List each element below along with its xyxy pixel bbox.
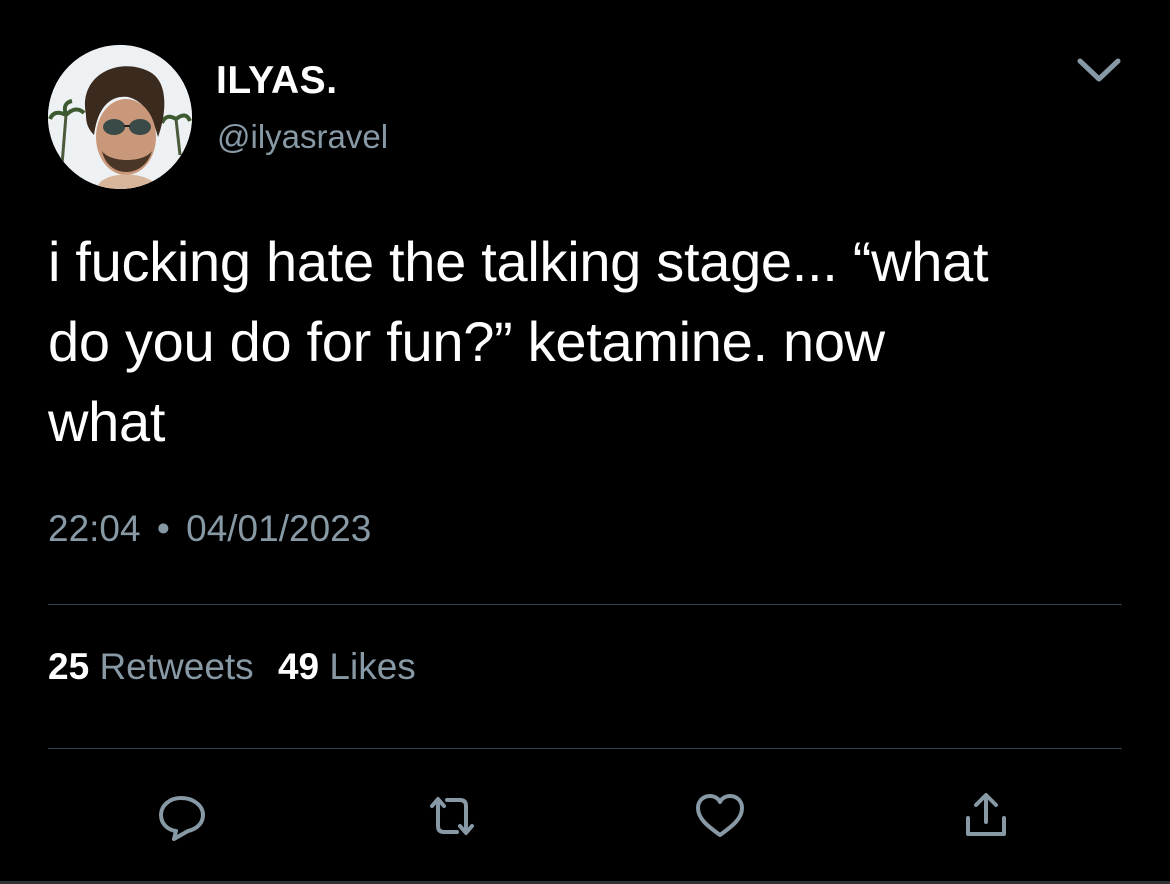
- avatar[interactable]: [48, 45, 192, 189]
- meta-separator: •: [156, 508, 170, 549]
- tweet-text-line: i fucking hate the talking stage... “wha…: [48, 230, 989, 293]
- reply-icon[interactable]: [154, 788, 210, 844]
- tweet-date: 04/01/2023: [186, 508, 372, 549]
- divider: [48, 604, 1122, 605]
- likes-stat[interactable]: 49 Likes: [278, 646, 416, 687]
- likes-count: 49: [277, 646, 320, 687]
- likes-label: Likes: [329, 646, 416, 687]
- like-icon[interactable]: [692, 788, 748, 844]
- tweet-time: 22:04: [48, 508, 141, 549]
- tweet-timestamp[interactable]: 22:04 • 04/01/2023: [48, 506, 371, 552]
- retweets-label: Retweets: [99, 646, 254, 687]
- chevron-down-icon[interactable]: [1072, 52, 1126, 88]
- tweet-stats: 25 Retweets 49 Likes: [48, 644, 416, 690]
- author-handle[interactable]: @ilyasravel: [217, 116, 388, 158]
- share-icon[interactable]: [958, 788, 1014, 844]
- avatar-image: [48, 45, 192, 189]
- retweets-stat[interactable]: 25 Retweets: [48, 646, 264, 687]
- retweet-icon[interactable]: [424, 788, 480, 844]
- tweet: ILYAS. @ilyasravel i fucking hate the ta…: [0, 0, 1170, 884]
- tweet-text-line: what: [48, 390, 166, 453]
- retweets-count: 25: [48, 646, 90, 687]
- author-display-name[interactable]: ILYAS.: [216, 58, 338, 104]
- tweet-text-line: do you do for fun?” ketamine. now: [48, 310, 885, 373]
- divider: [48, 748, 1122, 749]
- tweet-text: i fucking hate the talking stage... “wha…: [48, 222, 1138, 462]
